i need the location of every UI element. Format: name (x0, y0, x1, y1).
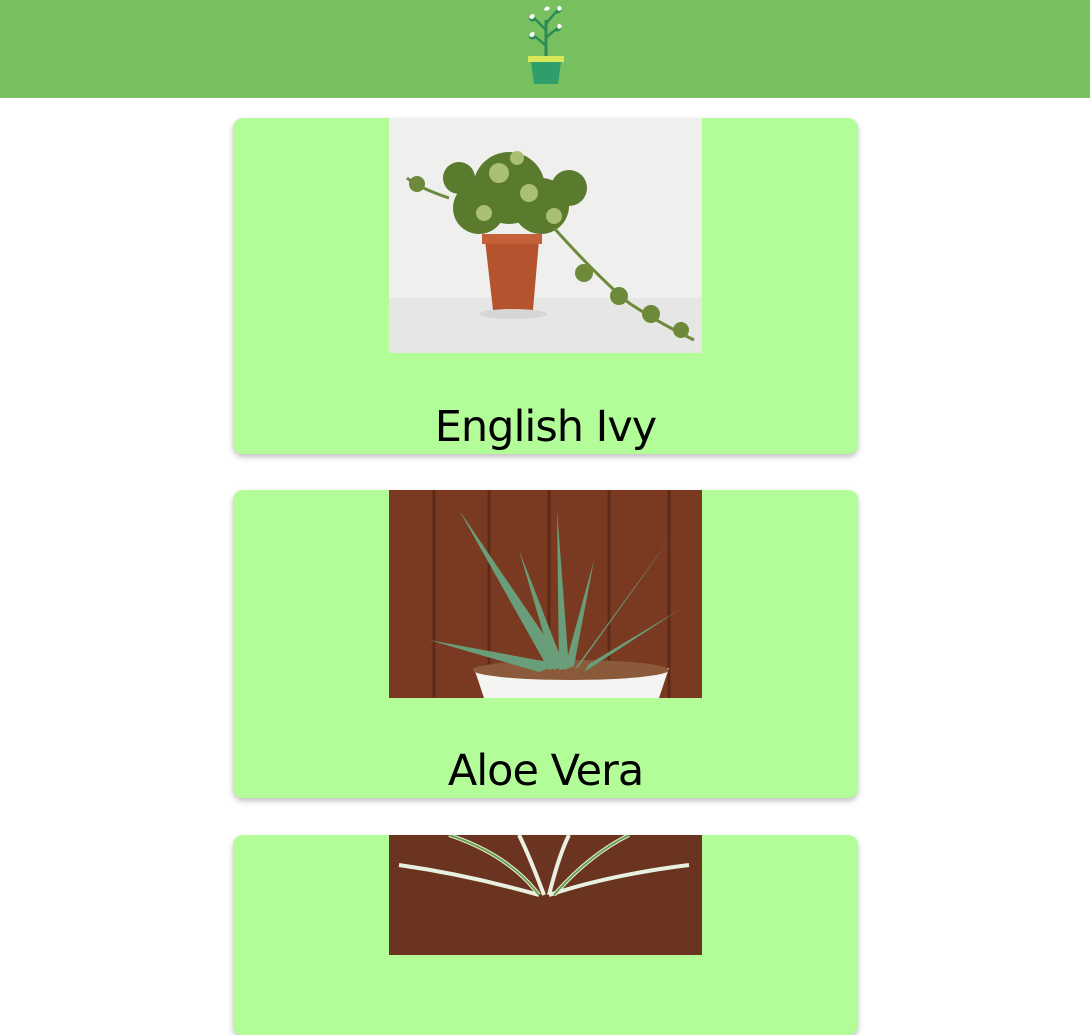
aloe-vera-photo (389, 490, 702, 698)
site-header (0, 0, 1090, 98)
plant-card[interactable]: Aloe Vera (233, 490, 858, 798)
plant-name: English Ivy (434, 402, 658, 452)
plant-card[interactable] (233, 835, 858, 1035)
english-ivy-photo (389, 118, 702, 353)
plant-name: Aloe Vera (447, 746, 644, 796)
plant-card[interactable]: English Ivy (233, 118, 858, 454)
spider-plant-photo (389, 835, 702, 955)
potted-plant-icon[interactable] (518, 2, 574, 86)
